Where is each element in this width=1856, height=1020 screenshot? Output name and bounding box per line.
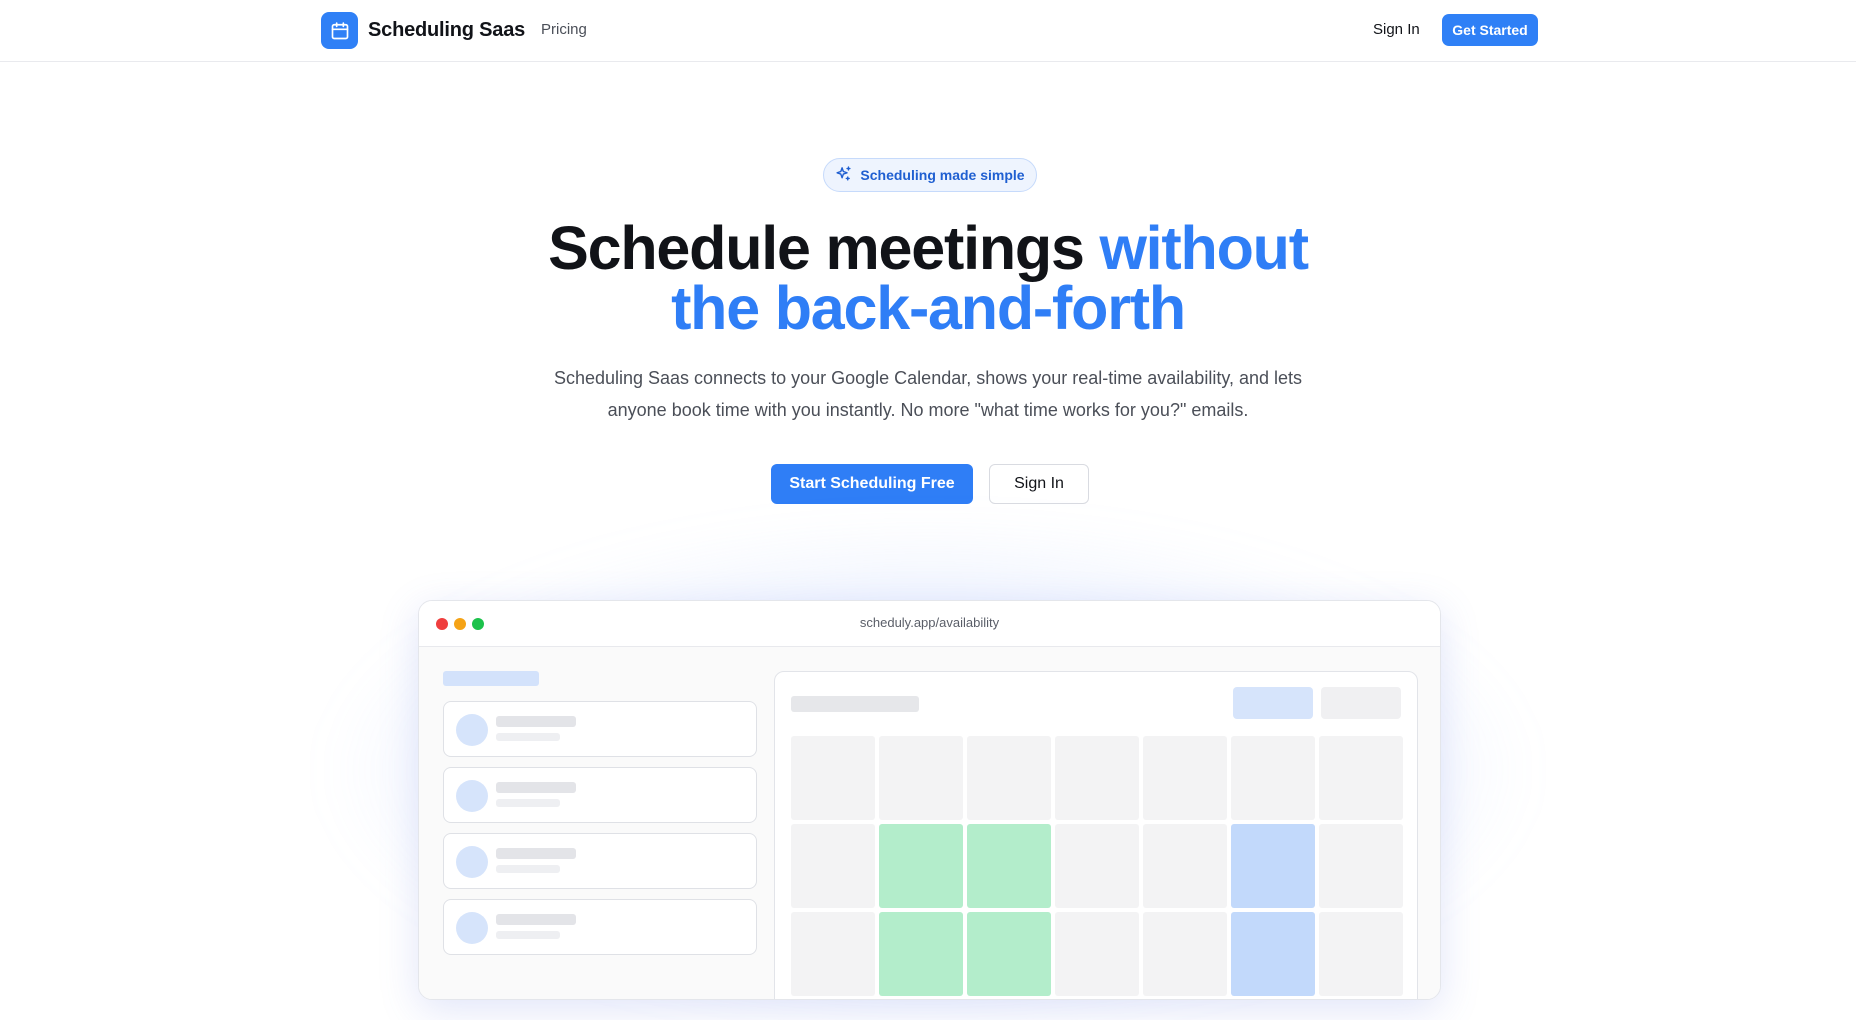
calendar-slot-available [879, 912, 963, 996]
hero-subtitle: Scheduling Saas connects to your Google … [528, 362, 1328, 426]
text-placeholder [496, 782, 576, 793]
badge-text: Scheduling made simple [860, 167, 1025, 183]
calendar-toolbar-button [1321, 687, 1401, 719]
sidebar-card [443, 899, 757, 955]
subtitle-line-1: Scheduling Saas connects to your Google … [553, 368, 1303, 388]
calendar-slot-booked [1231, 824, 1315, 908]
text-placeholder [496, 931, 560, 939]
window-content [419, 647, 1440, 999]
calendar-toolbar-button [1233, 687, 1313, 719]
sparkles-icon [835, 165, 852, 185]
brand-home-link[interactable]: Scheduling Saas [321, 12, 525, 49]
avatar-placeholder [456, 846, 488, 878]
calendar-slot [1055, 912, 1139, 996]
calendar-slot [1143, 912, 1227, 996]
brand-name: Scheduling Saas [368, 19, 526, 41]
calendar-slot [791, 736, 875, 820]
calendar-slot [1055, 736, 1139, 820]
sidebar-card [443, 833, 757, 889]
avatar-placeholder [456, 780, 488, 812]
hero-badge: Scheduling made simple [823, 158, 1037, 192]
calendar-slot [1231, 736, 1315, 820]
avatar-placeholder [456, 912, 488, 944]
sidebar-heading-placeholder [443, 671, 539, 686]
calendar-slot [791, 912, 875, 996]
calendar-slot [1319, 736, 1403, 820]
calendar-slot-available [967, 824, 1051, 908]
text-placeholder [496, 865, 560, 873]
headline-accent-1: without [1099, 214, 1309, 282]
subtitle-line-2: anyone book time with you instantly. No … [607, 400, 1249, 420]
avatar-placeholder [456, 714, 488, 746]
calendar-slot [1143, 736, 1227, 820]
calendar-slot-available [967, 912, 1051, 996]
text-placeholder [496, 733, 560, 741]
calendar-panel [774, 671, 1418, 999]
calendar-slot [967, 736, 1051, 820]
calendar-slot [1319, 824, 1403, 908]
hero-sign-in-button[interactable]: Sign In [989, 464, 1089, 504]
calendar-slot [1055, 824, 1139, 908]
calendar-slot [1319, 912, 1403, 996]
calendar-grid [791, 736, 1403, 996]
text-placeholder [496, 716, 576, 727]
calendar-slot [791, 824, 875, 908]
text-placeholder [496, 848, 576, 859]
calendar-slot [879, 736, 963, 820]
nav-sign-in-link[interactable]: Sign In [1373, 21, 1420, 38]
sidebar-card [443, 701, 757, 757]
nav-link-pricing[interactable]: Pricing [541, 21, 587, 38]
window-titlebar: scheduly.app/availability [419, 601, 1440, 647]
headline-accent-2: the back-and-forth [671, 274, 1186, 342]
start-scheduling-button[interactable]: Start Scheduling Free [771, 464, 973, 504]
sidebar-card [443, 767, 757, 823]
window-url: scheduly.app/availability [859, 615, 1000, 630]
headline-main: Schedule meetings [548, 214, 1100, 282]
calendar-slot [1143, 824, 1227, 908]
calendar-slot-available [879, 824, 963, 908]
calendar-icon [321, 12, 358, 49]
text-placeholder [496, 914, 576, 925]
top-navbar: Scheduling Saas Pricing Sign In Get Star… [0, 0, 1856, 62]
hero-headline: Schedule meetings without the back-and-f… [428, 218, 1428, 339]
calendar-title-placeholder [791, 696, 919, 712]
text-placeholder [496, 799, 560, 807]
app-preview-window: scheduly.app/availability [418, 600, 1441, 1000]
get-started-button[interactable]: Get Started [1442, 14, 1538, 46]
calendar-slot-booked [1231, 912, 1315, 996]
